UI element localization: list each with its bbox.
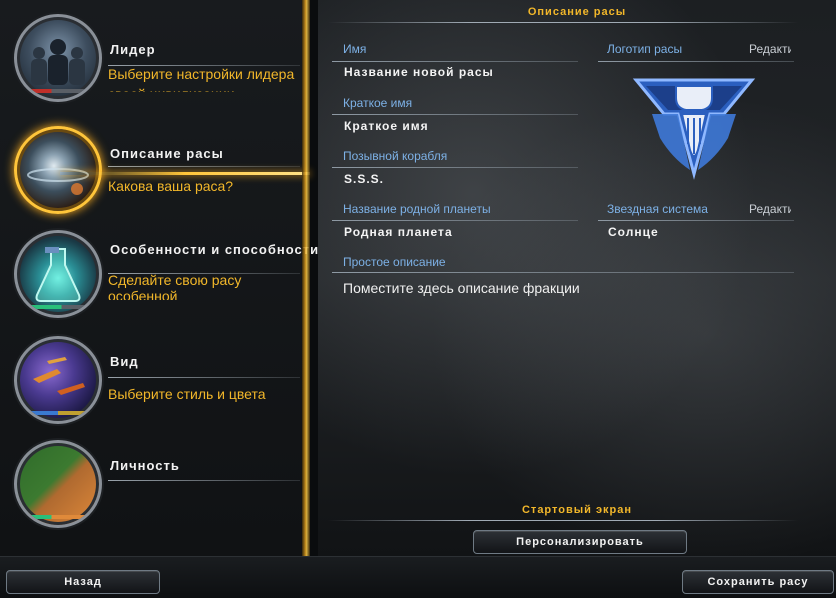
- star-system-edit-link[interactable]: Редактировать: [749, 202, 791, 216]
- divider: [332, 167, 578, 168]
- star-system-label: Звездная система: [607, 202, 708, 216]
- logo-edit-link[interactable]: Редактировать: [749, 42, 791, 56]
- homeworld-input[interactable]: Родная планета: [344, 225, 578, 239]
- customize-button[interactable]: Персонализировать: [473, 530, 687, 554]
- race-editor-screen: Лидер Выберите настройки лидера своей ци…: [0, 0, 836, 598]
- sidebar-item-subtitle: Какова ваша раса?: [108, 178, 234, 194]
- sidebar-item-subtitle: Выберите настройки лидера своей цивилиза…: [108, 66, 295, 92]
- flask-icon: [35, 247, 81, 302]
- divider: [108, 166, 300, 167]
- divider: [108, 377, 300, 378]
- divider: [108, 480, 300, 481]
- sidebar-item-traits[interactable]: Особенности и способности Сделайте свою …: [0, 222, 318, 326]
- sidebar-item-appearance[interactable]: Вид Выберите стиль и цвета: [0, 330, 302, 434]
- starships-icon: [33, 357, 85, 395]
- flask-portrait-icon: [14, 230, 102, 318]
- sidebar-item-title: Личность: [110, 458, 180, 473]
- panel-title: Описание расы: [527, 6, 627, 18]
- race-name-input[interactable]: Название новой расы: [344, 65, 578, 79]
- sidebar-item-subtitle: Выберите стиль и цвета: [108, 386, 266, 402]
- star-system-input[interactable]: Солнце: [608, 225, 788, 239]
- ship-callsign-label: Позывной корабля: [343, 149, 448, 163]
- description-textarea[interactable]: Поместите здесь описание фракции: [343, 280, 793, 480]
- sidebar-item-personality[interactable]: Личность: [0, 436, 302, 540]
- sidebar: Лидер Выберите настройки лидера своей ци…: [0, 0, 318, 556]
- footer-bar: Назад Сохранить расу: [0, 556, 836, 598]
- start-screen-title: Стартовый экран: [521, 504, 633, 516]
- sidebar-accent-edge: [302, 0, 310, 556]
- divider: [598, 61, 794, 62]
- back-button[interactable]: Назад: [6, 570, 160, 594]
- leader-portrait-icon: [14, 14, 102, 102]
- sidebar-item-title: Лидер: [110, 42, 156, 57]
- divider: [332, 114, 578, 115]
- planet-glow-icon: [27, 168, 89, 195]
- short-name-input[interactable]: Краткое имя: [344, 119, 578, 133]
- homeworld-label: Название родной планеты: [343, 202, 491, 216]
- short-name-label: Краткое имя: [343, 96, 413, 110]
- divider: [332, 272, 794, 273]
- divider: [598, 220, 794, 221]
- header-rule: [328, 22, 798, 23]
- sidebar-item-title: Вид: [110, 354, 139, 369]
- sidebar-item-leader[interactable]: Лидер Выберите настройки лидера своей ци…: [0, 8, 302, 112]
- ships-portrait-icon: [14, 336, 102, 424]
- planet-portrait-icon: [14, 126, 102, 214]
- divider: [332, 220, 578, 221]
- ship-callsign-input[interactable]: S.S.S.: [344, 172, 578, 186]
- sidebar-item-title: Особенности и способности: [110, 242, 320, 257]
- start-screen-rule: [328, 520, 798, 521]
- sidebar-item-subtitle: Сделайте свою расу особенной: [108, 272, 242, 300]
- name-label: Имя: [343, 42, 367, 56]
- description-label: Простое описание: [343, 255, 446, 269]
- logo-label: Логотип расы: [607, 42, 683, 56]
- race-description-panel: Описание расы Имя Название новой расы Кр…: [318, 0, 836, 556]
- personality-portrait-icon: [14, 440, 102, 528]
- sidebar-item-title: Описание расы: [110, 146, 224, 161]
- leader-figures-icon: [31, 39, 85, 85]
- race-logo-icon[interactable]: [632, 74, 756, 186]
- sidebar-item-race-description[interactable]: Описание расы Какова ваша раса?: [0, 114, 310, 218]
- divider: [332, 61, 578, 62]
- save-race-button[interactable]: Сохранить расу: [682, 570, 834, 594]
